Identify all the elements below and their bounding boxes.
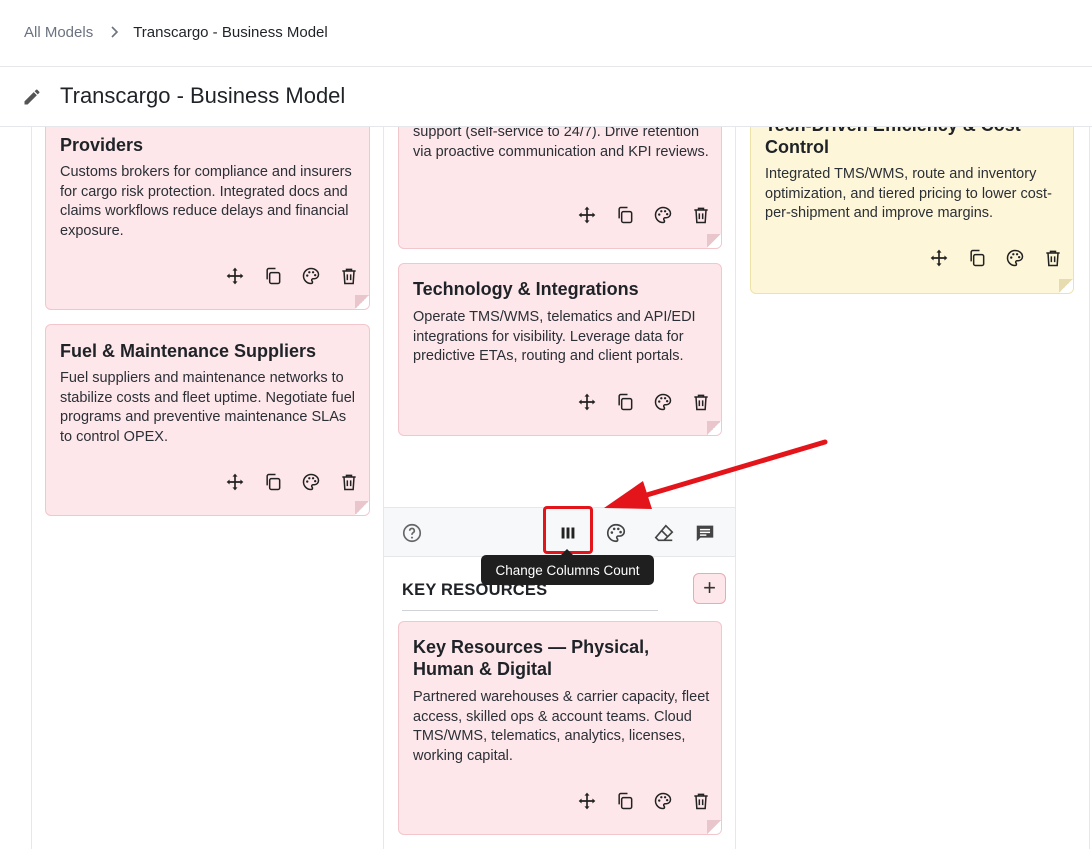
copy-icon[interactable] (263, 472, 283, 492)
card-body: Partnered warehouses & carrier capacity,… (413, 689, 710, 764)
card-actions (577, 791, 711, 811)
breadcrumb-current: Transcargo - Business Model (133, 24, 328, 41)
section-divider (402, 610, 658, 611)
card-title: Providers (60, 135, 144, 155)
trash-icon[interactable] (1043, 248, 1063, 268)
palette-icon[interactable] (301, 472, 321, 492)
column-divider (383, 127, 384, 849)
breadcrumb-bar: All Models Transcargo - Business Model (0, 0, 1092, 67)
column-divider (31, 127, 32, 849)
card-fold (1059, 279, 1073, 293)
copy-icon[interactable] (967, 248, 987, 268)
card-key-resources[interactable]: Key Resources — Physical, Human & Digita… (398, 621, 722, 835)
move-icon[interactable] (225, 266, 245, 286)
card-actions (577, 392, 711, 412)
card-body: Integrated TMS/WMS, route and inventory … (765, 166, 1052, 221)
columns-button-highlight (543, 506, 593, 554)
card-fold (355, 295, 369, 309)
add-card-button[interactable]: + (693, 573, 726, 604)
card-title-top: Tech-Driven Efficiency & Cost (765, 127, 1021, 136)
card-body: support (self-service to 24/7). Drive re… (413, 127, 709, 160)
eraser-icon[interactable] (653, 522, 675, 544)
card-providers[interactable]: Providers Customs brokers for compliance… (45, 127, 370, 310)
chevron-right-icon (109, 25, 119, 41)
card-actions (225, 266, 359, 286)
card-actions (929, 248, 1063, 268)
model-header: Transcargo - Business Model (0, 68, 1092, 127)
palette-icon[interactable] (301, 266, 321, 286)
copy-icon[interactable] (615, 791, 635, 811)
card-title: Fuel & Maintenance Suppliers (60, 341, 317, 361)
copy-icon[interactable] (263, 266, 283, 286)
palette-icon[interactable] (605, 522, 627, 544)
card-fold (707, 234, 721, 248)
trash-icon[interactable] (339, 266, 359, 286)
card-fold (707, 820, 721, 834)
column-divider (735, 127, 736, 849)
card-customer-support[interactable]: support (self-service to 24/7). Drive re… (398, 127, 722, 249)
card-actions (577, 205, 711, 225)
comment-icon[interactable] (694, 522, 716, 544)
move-icon[interactable] (577, 392, 597, 412)
breadcrumb: All Models Transcargo - Business Model (24, 24, 328, 41)
card-body: Customs brokers for compliance and insur… (60, 164, 352, 239)
copy-icon[interactable] (615, 392, 635, 412)
trash-icon[interactable] (691, 392, 711, 412)
palette-icon[interactable] (653, 205, 673, 225)
trash-icon[interactable] (691, 205, 711, 225)
palette-icon[interactable] (653, 392, 673, 412)
trash-icon[interactable] (691, 791, 711, 811)
card-fuel-maintenance[interactable]: Fuel & Maintenance Suppliers Fuel suppli… (45, 324, 370, 516)
card-title: Technology & Integrations (413, 279, 639, 299)
card-fold (707, 421, 721, 435)
edit-pencil-icon[interactable] (22, 87, 42, 107)
card-tech-driven-efficiency[interactable]: Tech-Driven Efficiency & Cost Control In… (750, 127, 1074, 294)
palette-icon[interactable] (1005, 248, 1025, 268)
card-title: Control (765, 137, 829, 157)
move-icon[interactable] (577, 791, 597, 811)
move-icon[interactable] (225, 472, 245, 492)
page-title[interactable]: Transcargo - Business Model (60, 83, 345, 109)
move-icon[interactable] (577, 205, 597, 225)
canvas-board: Providers Customs brokers for compliance… (0, 127, 1092, 849)
move-icon[interactable] (929, 248, 949, 268)
palette-icon[interactable] (653, 791, 673, 811)
help-icon[interactable] (401, 522, 423, 544)
breadcrumb-all-models[interactable]: All Models (24, 24, 93, 41)
column-divider (1089, 127, 1090, 849)
card-technology-integrations[interactable]: Technology & Integrations Operate TMS/WM… (398, 263, 722, 436)
copy-icon[interactable] (615, 205, 635, 225)
card-body: Operate TMS/WMS, telematics and API/EDI … (413, 309, 696, 364)
card-fold (355, 501, 369, 515)
card-body: Fuel suppliers and maintenance networks … (60, 370, 355, 445)
card-actions (225, 472, 359, 492)
trash-icon[interactable] (339, 472, 359, 492)
card-title: Key Resources — Physical, Human & Digita… (413, 637, 650, 679)
tooltip: Change Columns Count (481, 549, 654, 585)
